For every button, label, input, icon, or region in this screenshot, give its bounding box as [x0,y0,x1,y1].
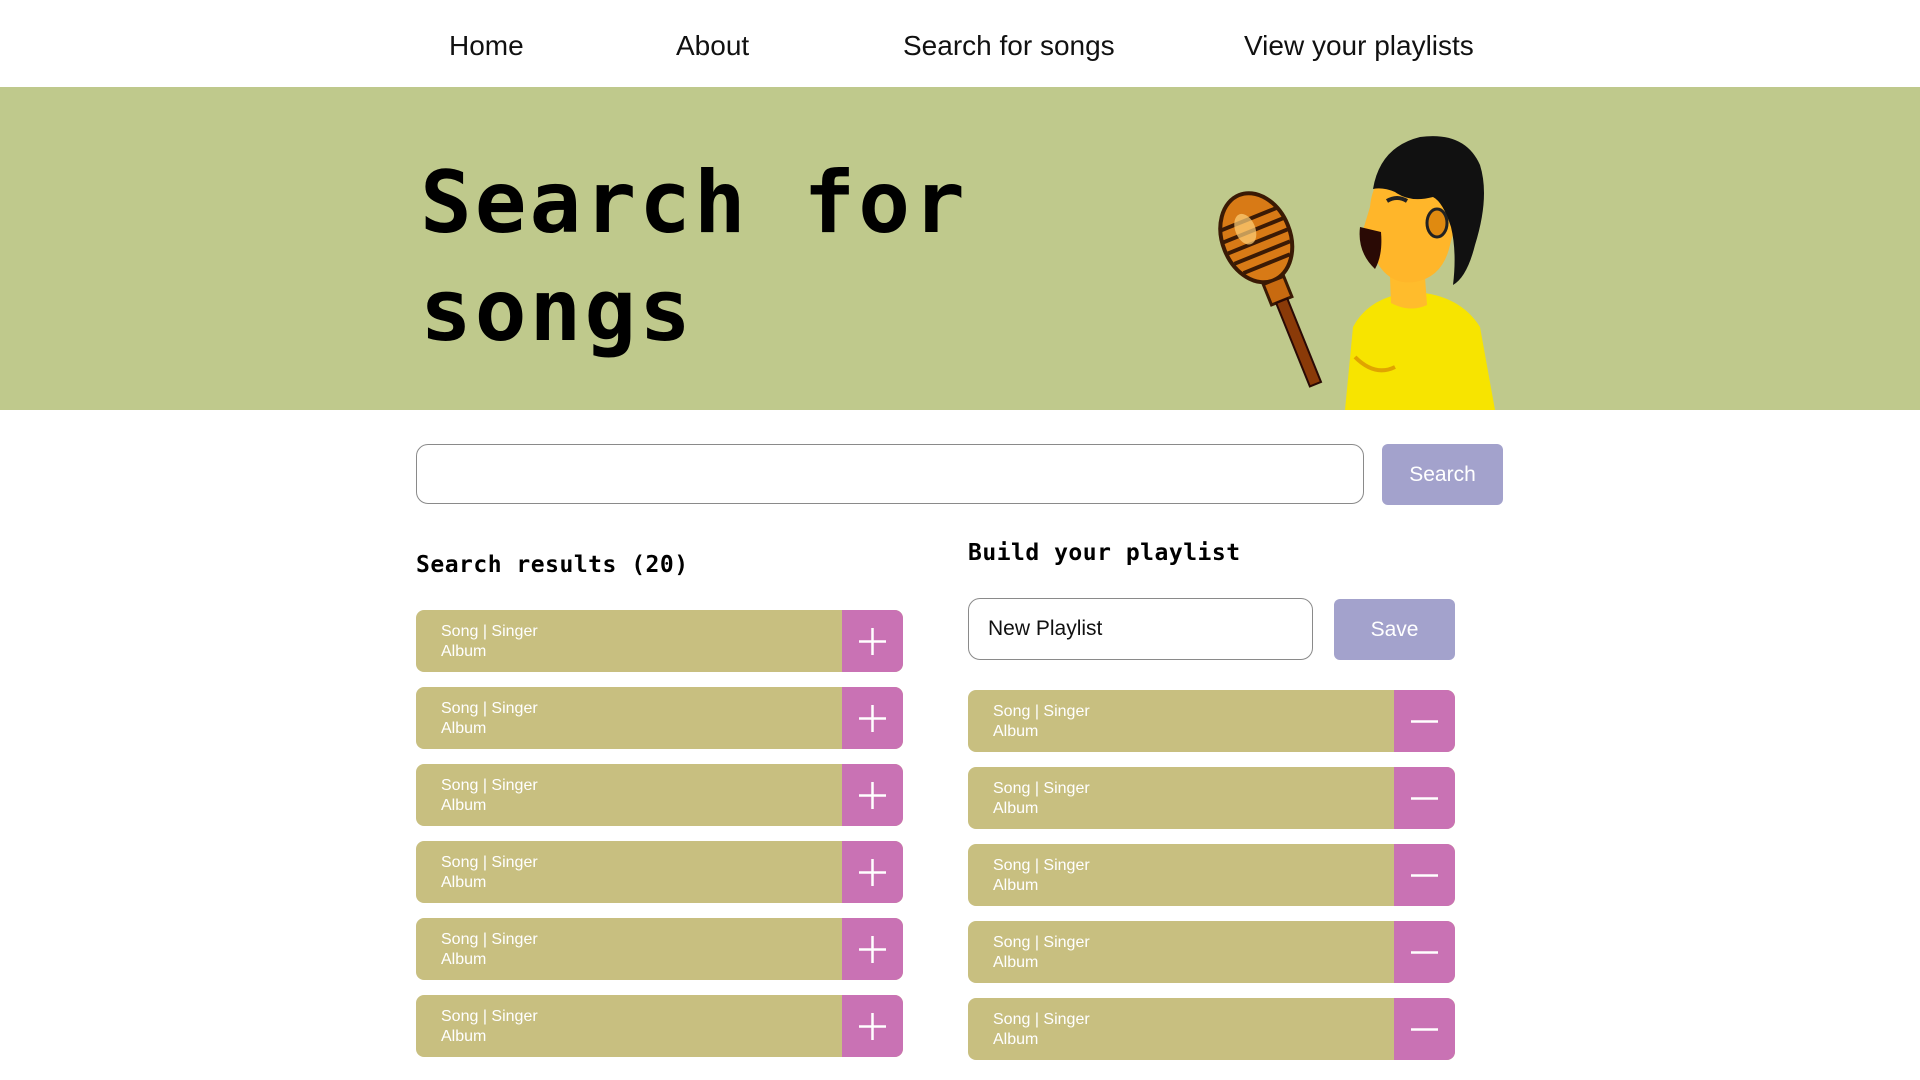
song-info: Song | Singer Album [441,776,538,816]
song-title-singer: Song | Singer [441,777,538,794]
song-title-singer: Song | Singer [993,780,1090,797]
song-album: Album [993,877,1039,894]
save-playlist-button[interactable]: Save [1334,599,1455,660]
song-title-singer: Song | Singer [441,1008,538,1025]
song-title-singer: Song | Singer [441,931,538,948]
search-button[interactable]: Search [1382,444,1503,505]
playlist-item: Song | Singer Album [968,690,1455,752]
minus-icon [1411,874,1438,877]
song-info: Song | Singer Album [441,699,538,739]
playlist-name-input[interactable] [968,598,1313,660]
song-album: Album [441,797,487,814]
nav-playlists-link[interactable]: View your playlists [1244,30,1474,62]
playlist-item: Song | Singer Album [968,767,1455,829]
remove-song-button[interactable] [1394,921,1455,983]
search-result-item: Song | Singer Album [416,610,903,672]
plus-icon [859,628,886,655]
song-album: Album [993,800,1039,817]
add-song-button[interactable] [842,687,903,749]
plus-icon [859,936,886,963]
add-song-button[interactable] [842,995,903,1057]
singer-with-microphone-illustration [1218,136,1495,410]
song-info: Song | Singer Album [441,622,538,662]
nav-about-link[interactable]: About [676,30,749,62]
search-results-heading: Search results (20) [416,552,689,578]
plus-icon [859,705,886,732]
song-album: Album [441,951,487,968]
playlist-item: Song | Singer Album [968,998,1455,1060]
song-album: Album [441,1028,487,1045]
minus-icon [1411,1028,1438,1031]
song-info: Song | Singer Album [993,1010,1090,1050]
song-album: Album [993,1031,1039,1048]
add-song-button[interactable] [842,841,903,903]
search-result-item: Song | Singer Album [416,841,903,903]
add-song-button[interactable] [842,918,903,980]
song-title-singer: Song | Singer [441,854,538,871]
plus-icon [859,782,886,809]
song-title-singer: Song | Singer [993,703,1090,720]
playlist-song-list: Song | Singer Album Song | Singer Album … [968,690,1455,1075]
song-title-singer: Song | Singer [993,857,1090,874]
plus-icon [859,1013,886,1040]
remove-song-button[interactable] [1394,998,1455,1060]
minus-icon [1411,951,1438,954]
top-nav: Home About Search for songs View your pl… [0,0,1920,87]
search-result-item: Song | Singer Album [416,687,903,749]
add-song-button[interactable] [842,764,903,826]
playlist-item: Song | Singer Album [968,844,1455,906]
search-result-item: Song | Singer Album [416,995,903,1057]
add-song-button[interactable] [842,610,903,672]
search-result-item: Song | Singer Album [416,918,903,980]
plus-icon [859,859,886,886]
song-info: Song | Singer Album [441,1007,538,1047]
song-title-singer: Song | Singer [441,623,538,640]
playlist-item: Song | Singer Album [968,921,1455,983]
song-album: Album [441,720,487,737]
song-info: Song | Singer Album [441,853,538,893]
song-info: Song | Singer Album [441,930,538,970]
song-info: Song | Singer Album [993,779,1090,819]
remove-song-button[interactable] [1394,690,1455,752]
song-title-singer: Song | Singer [441,700,538,717]
hero-banner: Search for songs [0,87,1920,410]
song-title-singer: Song | Singer [993,934,1090,951]
remove-song-button[interactable] [1394,844,1455,906]
song-album: Album [441,874,487,891]
page-title: Search for songs [420,153,968,361]
song-title-singer: Song | Singer [993,1011,1090,1028]
search-input[interactable] [416,444,1364,504]
nav-search-songs-link[interactable]: Search for songs [903,30,1115,62]
minus-icon [1411,720,1438,723]
search-results-list: Song | Singer Album Song | Singer Album … [416,610,903,1072]
song-info: Song | Singer Album [993,933,1090,973]
nav-home-link[interactable]: Home [449,30,524,62]
song-album: Album [993,954,1039,971]
song-info: Song | Singer Album [993,702,1090,742]
search-result-item: Song | Singer Album [416,764,903,826]
build-playlist-heading: Build your playlist [968,540,1241,566]
minus-icon [1411,797,1438,800]
song-info: Song | Singer Album [993,856,1090,896]
song-album: Album [441,643,487,660]
remove-song-button[interactable] [1394,767,1455,829]
song-album: Album [993,723,1039,740]
